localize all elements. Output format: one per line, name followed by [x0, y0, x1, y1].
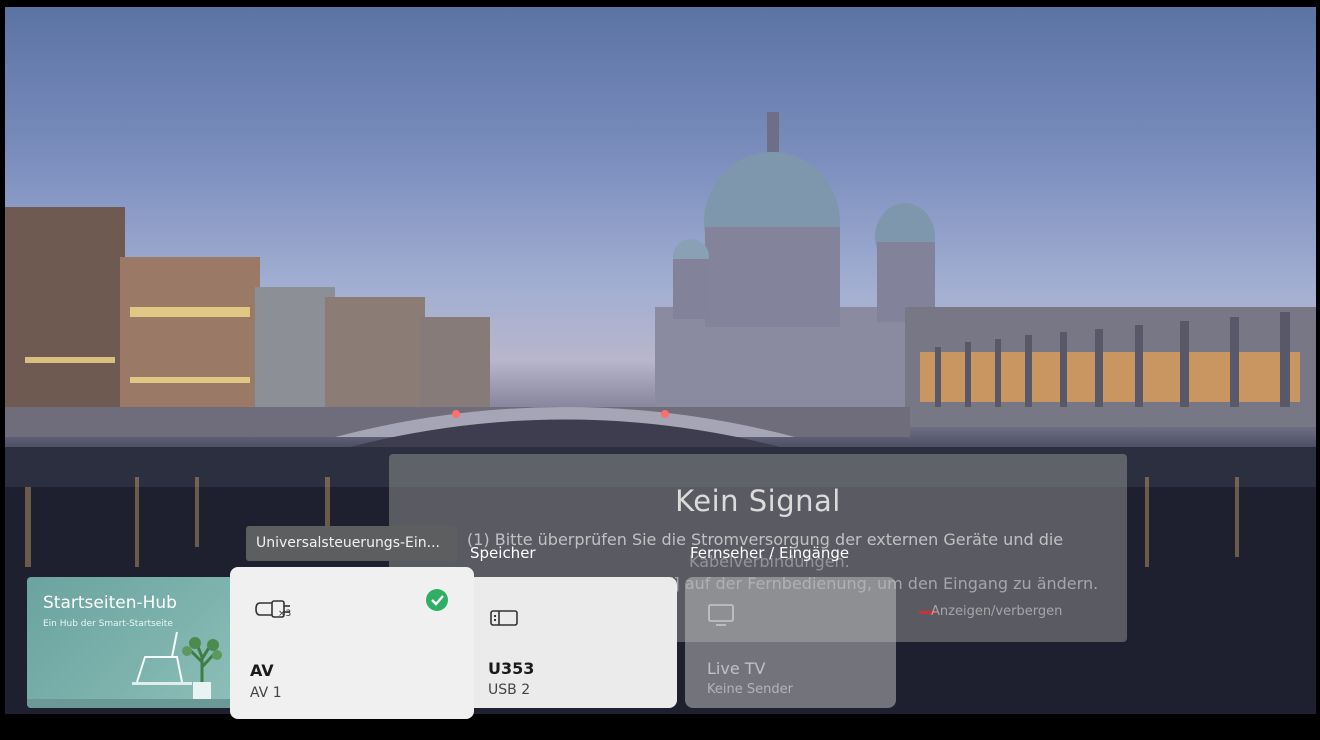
- card-sub: USB 2: [488, 682, 531, 698]
- section-label-storage: Speicher: [470, 544, 536, 562]
- no-signal-title: Kein Signal: [675, 484, 841, 518]
- universal-control-tooltip: Universalsteuerungs-Ein...: [246, 526, 457, 561]
- card-sub: AV 1: [250, 685, 282, 701]
- input-card-av[interactable]: ×3 AV AV 1: [230, 567, 474, 719]
- section-label-tv-inputs: Fernseher / Eingänge: [690, 544, 850, 562]
- usb-drive-icon: [490, 610, 518, 626]
- card-name: AV: [250, 661, 274, 680]
- selected-check-icon: [426, 589, 448, 611]
- input-card-usb[interactable]: U353 USB 2: [474, 577, 677, 708]
- card-name: U353: [488, 659, 535, 678]
- input-card-live-tv[interactable]: Live TV Keine Sender: [685, 577, 896, 708]
- card-sub: Keine Sender: [707, 682, 793, 697]
- card-name: Live TV: [707, 659, 766, 678]
- home-hub-card[interactable]: Startseiten-Hub Ein Hub der Smart-Starts…: [27, 577, 239, 708]
- toggle-hint[interactable]: Anzeigen/verbergen: [931, 604, 1062, 619]
- hub-illustration: [27, 631, 239, 708]
- av-badge: ×3: [278, 609, 292, 619]
- tv-icon: [708, 604, 734, 626]
